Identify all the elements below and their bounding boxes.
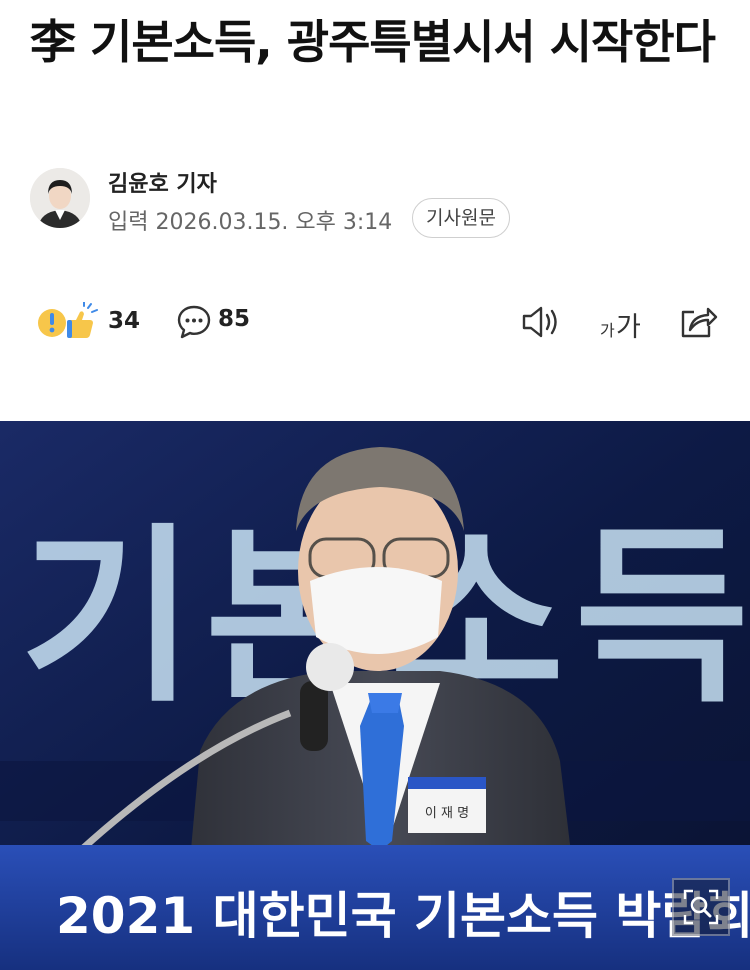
publish-date: 입력 2026.03.15. 오후 3:14	[108, 210, 393, 235]
reporter-name[interactable]: 김윤호 기자	[108, 166, 217, 198]
byline: 김윤호 기자 입력 2026.03.15. 오후 3:14 기사원문	[30, 166, 720, 238]
comment-button[interactable]	[176, 304, 212, 344]
reporter-avatar[interactable]	[30, 168, 90, 228]
name-plate: 이 재 명	[425, 806, 469, 821]
photo-zoom-button[interactable]	[672, 878, 730, 936]
avatar-image	[30, 168, 90, 228]
reaction-button[interactable]	[36, 302, 100, 342]
banner-text: 2021 대한민국 기본소득 박람회	[56, 887, 750, 945]
article-action-bar: 34 85 가 가	[0, 296, 750, 350]
font-size-button[interactable]: 가 가	[600, 302, 646, 346]
read-aloud-button[interactable]	[520, 304, 560, 344]
comment-icon	[177, 305, 211, 339]
svg-text:가: 가	[616, 312, 641, 342]
font-size-icon: 가 가	[600, 312, 641, 343]
comment-count: 85	[218, 306, 251, 332]
photo-image: 기본소득 이 재 명 2021 대한민국 기본소득 박람회	[0, 421, 750, 970]
original-article-button[interactable]: 기사원문	[412, 198, 510, 238]
svg-text:가: 가	[600, 321, 615, 340]
magnify-icon	[683, 889, 719, 925]
reaction-icon	[38, 302, 98, 338]
article-headline: 李 기본소득, 광주특별시서 시작한다	[30, 15, 716, 69]
speaker-icon	[522, 306, 557, 338]
share-button[interactable]	[678, 302, 718, 344]
reaction-count: 34	[108, 308, 141, 334]
article-photo[interactable]: 기본소득 이 재 명 2021 대한민국 기본소득 박람회	[0, 421, 750, 970]
share-icon	[681, 307, 718, 338]
